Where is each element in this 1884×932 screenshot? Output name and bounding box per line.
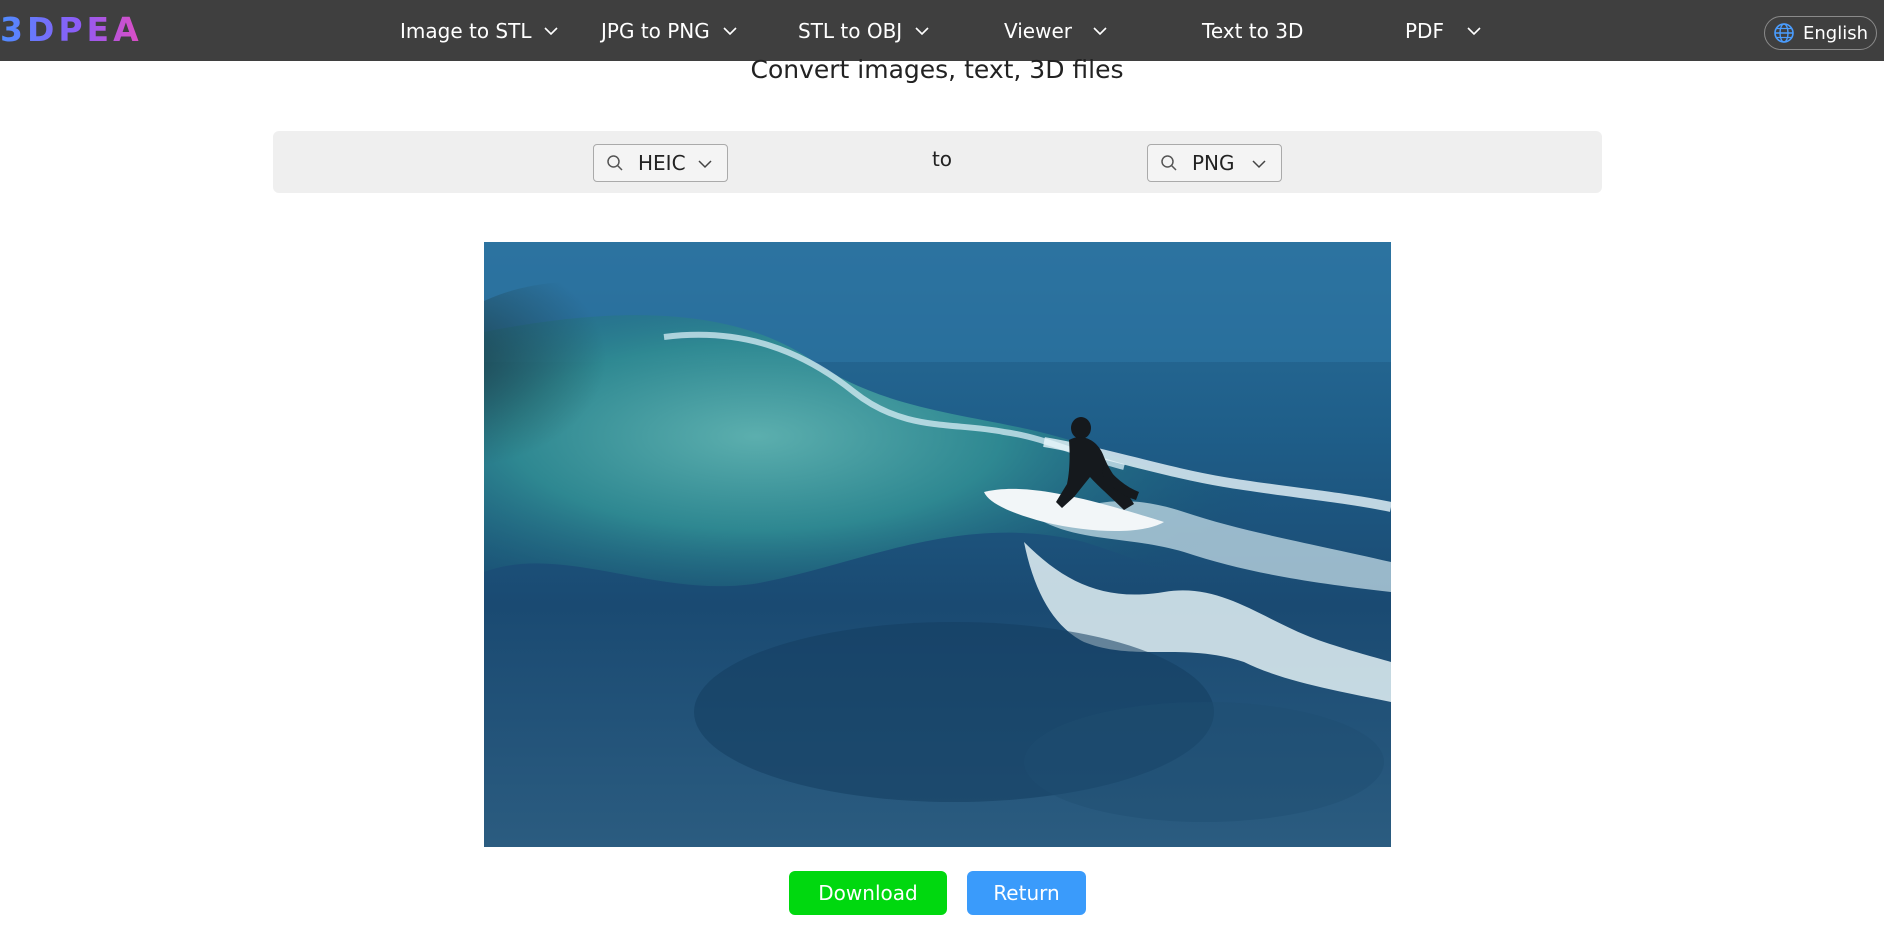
chevron-down-icon [1093, 26, 1107, 35]
from-format-select[interactable]: HEIC [593, 144, 728, 182]
page-subtitle: Convert images, text, 3D files [750, 55, 1124, 84]
nav-label: PDF [1405, 18, 1444, 43]
to-format-value: PNG [1192, 151, 1235, 175]
surfer-wave-image [484, 242, 1391, 847]
nav-label: Text to 3D [1202, 18, 1304, 43]
converted-image-preview [484, 242, 1391, 847]
format-converter-bar: HEIC to PNG [273, 131, 1602, 193]
chevron-down-icon [1252, 160, 1266, 169]
search-icon [607, 155, 623, 171]
nav-label: Image to STL [400, 18, 532, 43]
nav-label: JPG to PNG [601, 18, 710, 43]
globe-icon [1774, 23, 1794, 43]
language-selector[interactable]: English [1764, 16, 1877, 50]
nav-label: STL to OBJ [798, 18, 903, 43]
from-format-value: HEIC [638, 151, 686, 175]
download-button[interactable]: Download [789, 871, 947, 915]
converter-to-label: to [931, 147, 953, 171]
chevron-down-icon [723, 26, 737, 35]
chevron-down-icon [544, 26, 559, 35]
chevron-down-icon [915, 26, 929, 35]
chevron-down-icon [1467, 26, 1481, 35]
nav-label: Viewer [1004, 18, 1072, 43]
to-format-select[interactable]: PNG [1147, 144, 1282, 182]
search-icon [1161, 155, 1177, 171]
chevron-down-icon [698, 160, 712, 169]
return-button[interactable]: Return [967, 871, 1086, 915]
language-label: English [1803, 22, 1868, 44]
